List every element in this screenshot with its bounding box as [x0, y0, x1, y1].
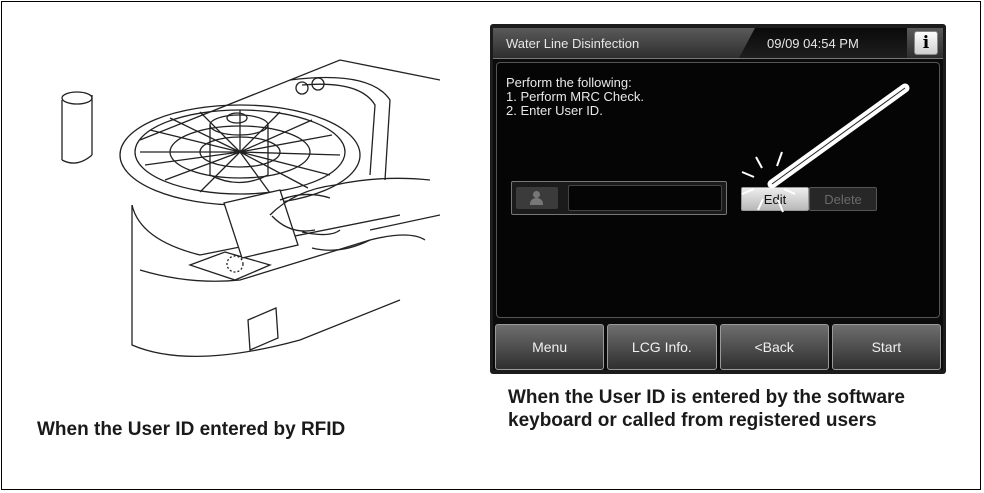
content-area: Perform the following: 1. Perform MRC Ch…: [496, 62, 940, 318]
user-id-box: [511, 181, 727, 215]
rfid-caption: When the User ID entered by RFID: [37, 419, 346, 440]
info-icon[interactable]: i: [914, 31, 938, 55]
screen: Water Line Disinfection 09/09 04:54 PM i…: [493, 28, 943, 370]
menu-button[interactable]: Menu: [495, 324, 605, 370]
user-id-field[interactable]: [568, 185, 722, 211]
rfid-reader-illustration: [61, 59, 440, 357]
keyboard-caption: When the User ID is entered by the softw…: [508, 387, 905, 431]
back-button[interactable]: <Back: [719, 324, 829, 370]
touch-panel: Water Line Disinfection 09/09 04:54 PM i…: [490, 24, 946, 374]
instruction-message: Perform the following: 1. Perform MRC Ch…: [506, 75, 644, 118]
datetime-display: 09/09 04:54 PM: [767, 36, 859, 51]
bottom-nav: Menu LCG Info. <Back Start: [493, 322, 943, 370]
user-icon: [516, 187, 558, 209]
edit-button[interactable]: Edit: [741, 187, 809, 211]
title-bar: Water Line Disinfection 09/09 04:54 PM i: [493, 28, 943, 59]
lcg-info-button[interactable]: LCG Info.: [607, 324, 717, 370]
delete-button[interactable]: Delete: [809, 187, 877, 211]
screen-title: Water Line Disinfection: [506, 36, 640, 51]
start-button[interactable]: Start: [831, 324, 941, 370]
